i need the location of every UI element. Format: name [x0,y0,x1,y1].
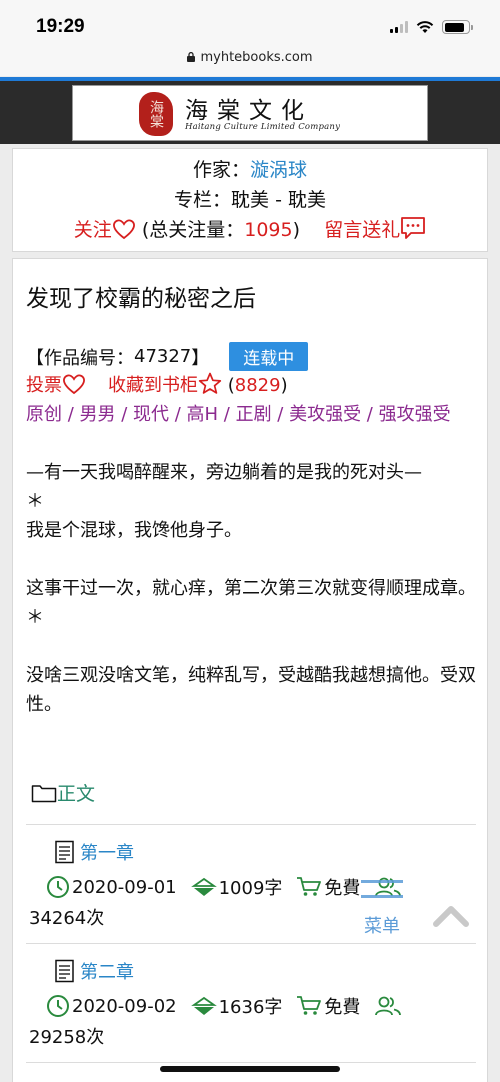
chat-icon [401,217,426,239]
menu-button[interactable]: 菜单 [355,880,409,954]
chapter-title: 第二章 [80,962,134,983]
work-id: 47327 [134,346,192,367]
author-name-link[interactable]: 漩涡球 [250,159,307,181]
lock-icon [187,52,196,62]
url-text: myhtebooks.com [200,50,313,65]
chapter-word-count: 1636字 [218,997,283,1018]
home-indicator[interactable] [160,1066,340,1072]
logo-english-text: Haitang Culture Limited Company [185,122,341,132]
follow-button[interactable]: 关注 [74,219,136,241]
divider [26,824,476,825]
document-icon [55,840,74,864]
chapter-date: 2020-09-02 [72,995,177,1017]
wifi-icon [416,21,434,33]
readers-icon [375,996,402,1016]
add-to-bookshelf-button[interactable]: 收藏到书柜 [108,372,222,396]
chapter-views: 29258次 [29,1027,105,1048]
heart-icon [112,219,135,240]
menu-icon [355,880,409,898]
chapter-title-link[interactable]: 第一章 [54,839,134,865]
author-row: 作家：漩涡球 [13,155,487,185]
work-title: 发现了校霸的秘密之后 [26,286,256,312]
work-card: 发现了校霸的秘密之后 【作品编号： 47327】 连载中 投票 收藏到书柜 (882… [12,258,488,1082]
vote-row: 投票 收藏到书柜 (8829) [26,371,288,397]
follow-row: 关注 (总关注量：1095) 留言送礼 [13,215,487,245]
folder-icon [31,784,57,802]
clock-icon [47,995,69,1017]
divider [26,1062,476,1063]
chapter-meta: 2020-09-02 1636字 免費 [46,993,404,1019]
message-gift-button[interactable]: 留言送礼 [324,217,426,241]
section-label-text: 正文 [57,783,96,805]
follow-count: (总关注量：1095) [142,219,300,241]
chapter-price: 免費 [324,997,361,1018]
word-count-icon [190,996,217,1015]
document-icon [55,959,74,983]
system-icons [390,20,473,34]
bookshelf-count-suffix: ) [280,375,288,396]
back-to-top-icon[interactable] [432,902,470,928]
chapter-date: 2020-09-01 [72,876,177,898]
follow-count-suffix: ) [292,219,301,241]
vote-button[interactable]: 投票 [26,374,86,396]
chapter-title: 第一章 [80,843,134,864]
chapter-word-count: 1009字 [218,878,283,899]
site-header: 海棠 海棠文化 Haitang Culture Limited Company [0,81,500,144]
clock: 19:29 [36,16,85,37]
follow-count-value: 1095 [244,219,293,241]
column-value: 耽美 - 耽美 [231,189,326,211]
work-id-suffix: 】 [191,347,210,369]
word-count-icon [190,877,217,896]
follow-label: 关注 [73,219,112,241]
menu-label: 菜单 [364,916,400,937]
column-label: 专栏： [174,189,232,211]
bookshelf-count: 8829 [234,375,281,396]
cart-icon [297,877,322,896]
chapter-item[interactable]: 第一章 2020-09-01 1009字 免費 34264次 [26,826,478,936]
bookshelf-label: 收藏到书柜 [108,375,198,396]
follow-count-prefix: (总关注量： [141,219,245,241]
message-gift-label: 留言送礼 [324,219,401,241]
work-tags[interactable]: 原创 / 男男 / 现代 / 高H / 正剧 / 美攻强受 / 强攻强受 [26,401,476,428]
work-id-row: 【作品编号： 47327】 连载中 [26,342,309,371]
status-badge: 连载中 [229,342,309,371]
column-row: 专栏：耽美 - 耽美 [13,185,487,215]
author-label: 作家： [192,159,250,181]
seal-logo: 海棠 [139,92,173,136]
address-bar[interactable]: myhtebooks.com [0,50,500,76]
chapter-title-link[interactable]: 第二章 [54,958,134,984]
cellular-signal-icon [390,21,408,33]
status-bar: 19:29 [0,0,500,50]
work-synopsis: —有一天我喝醉醒来，旁边躺着的是我的死对头— ＊ 我是个混球，我馋他身子。 这事… [26,462,476,715]
chapter-views: 34264次 [29,908,105,929]
battery-icon [442,20,473,34]
vote-label: 投票 [26,375,62,396]
star-icon [198,372,222,394]
chapter-item[interactable]: 第二章 2020-09-02 1636字 免費 29258次 [26,945,478,1055]
chapter-meta: 2020-09-01 1009字 免費 [46,874,404,900]
heart-icon [63,374,85,395]
site-logo[interactable]: 海棠 海棠文化 Haitang Culture Limited Company [72,85,428,141]
bookshelf-count-prefix: ( [227,375,235,396]
work-id-prefix: 【作品编号： [26,347,134,369]
cart-icon [297,996,322,1015]
clock-icon [47,876,69,898]
author-card: 作家：漩涡球 专栏：耽美 - 耽美 关注 (总关注量：1095) 留言送礼 [12,148,488,252]
section-main-text[interactable]: 正文 [31,779,95,806]
logo-chinese-text: 海棠文化 [185,98,313,124]
